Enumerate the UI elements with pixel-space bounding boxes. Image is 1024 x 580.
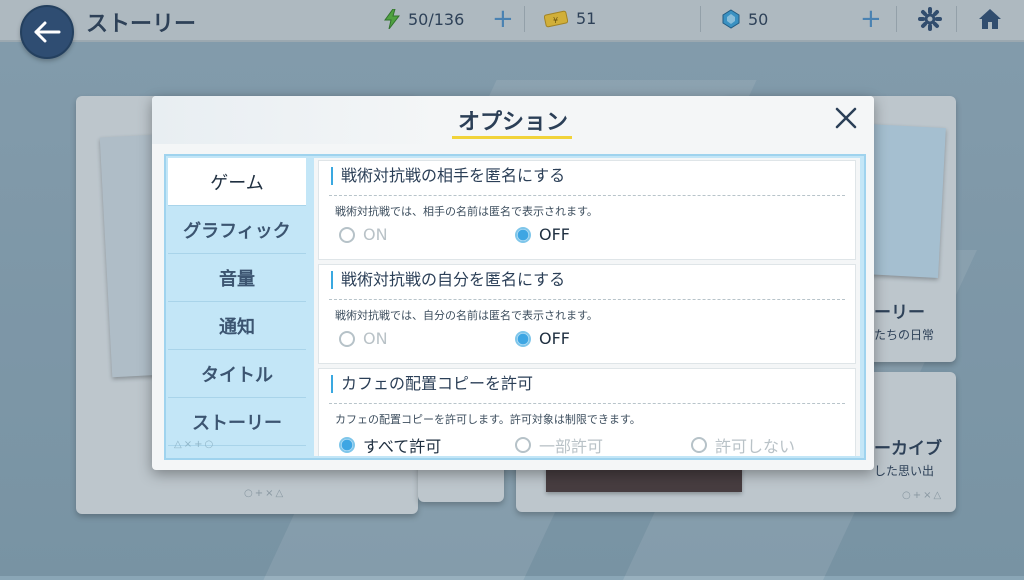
radio-button	[339, 226, 355, 243]
radio-button	[691, 437, 707, 453]
tabs-deco-symbols: △×+○	[174, 439, 216, 450]
radio-option-allow-some[interactable]: 一部許可	[515, 433, 603, 456]
tab-title[interactable]: タイトル	[168, 350, 306, 398]
tab-game[interactable]: ゲーム	[168, 158, 306, 206]
radio-button-selected	[515, 330, 531, 347]
radio-label: OFF	[539, 329, 570, 348]
radio-option-off[interactable]: OFF	[515, 329, 570, 348]
divider	[329, 195, 845, 196]
dialog-header: オプション	[152, 96, 874, 144]
tab-graphics[interactable]: グラフィック	[168, 206, 306, 254]
setting-description: 戦術対抗戦では、自分の名前は匿名で表示されます。	[335, 309, 598, 322]
radio-label: OFF	[539, 225, 570, 244]
setting-description: 戦術対抗戦では、相手の名前は匿名で表示されます。	[335, 205, 598, 218]
close-icon[interactable]	[832, 104, 860, 132]
back-button[interactable]	[20, 5, 74, 59]
radio-button	[515, 437, 531, 453]
dialog-body: ゲーム グラフィック 音量 通知 タイトル ストーリー △×+○ 戦術対抗戦の相…	[164, 154, 866, 460]
radio-button-selected	[339, 437, 355, 453]
radio-option-on[interactable]: ON	[339, 329, 388, 348]
radio-label: 許可しない	[715, 437, 796, 456]
setting-hide-own-name: 戦術対抗戦の自分を匿名にする 戦術対抗戦では、自分の名前は匿名で表示されます。 …	[318, 264, 856, 364]
setting-title: 戦術対抗戦の相手を匿名にする	[331, 167, 565, 185]
tab-notifications[interactable]: 通知	[168, 302, 306, 350]
radio-label: ON	[363, 225, 388, 244]
arrow-left-icon	[34, 21, 61, 43]
radio-option-off[interactable]: OFF	[515, 225, 570, 244]
options-tabs: ゲーム グラフィック 音量 通知 タイトル ストーリー △×+○	[168, 158, 306, 456]
setting-cafe-layout-copy: カフェの配置コピーを許可 カフェの配置コピーを許可します。許可対象は制限できます…	[318, 368, 856, 456]
dialog-title: オプション	[457, 110, 568, 135]
setting-title: カフェの配置コピーを許可	[331, 375, 533, 393]
options-dialog: オプション ゲーム グラフィック 音量 通知 タイトル ストーリー △×+○ 戦…	[152, 96, 874, 470]
radio-button	[339, 330, 355, 347]
tab-volume[interactable]: 音量	[168, 254, 306, 302]
setting-description: カフェの配置コピーを許可します。許可対象は制限できます。	[335, 413, 641, 426]
radio-option-allow-all[interactable]: すべて許可	[339, 433, 441, 456]
radio-label: ON	[363, 329, 388, 348]
setting-hide-opponent-name: 戦術対抗戦の相手を匿名にする 戦術対抗戦では、相手の名前は匿名で表示されます。 …	[318, 160, 856, 260]
setting-title: 戦術対抗戦の自分を匿名にする	[331, 271, 565, 289]
radio-label: すべて許可	[363, 437, 442, 456]
radio-option-deny[interactable]: 許可しない	[691, 433, 795, 456]
divider	[329, 299, 845, 300]
radio-button-selected	[515, 226, 531, 243]
settings-scroll-panel[interactable]: 戦術対抗戦の相手を匿名にする 戦術対抗戦では、相手の名前は匿名で表示されます。 …	[314, 158, 860, 456]
radio-option-on[interactable]: ON	[339, 225, 388, 244]
title-underline	[452, 136, 572, 139]
radio-label: 一部許可	[539, 437, 604, 456]
divider	[329, 403, 845, 404]
